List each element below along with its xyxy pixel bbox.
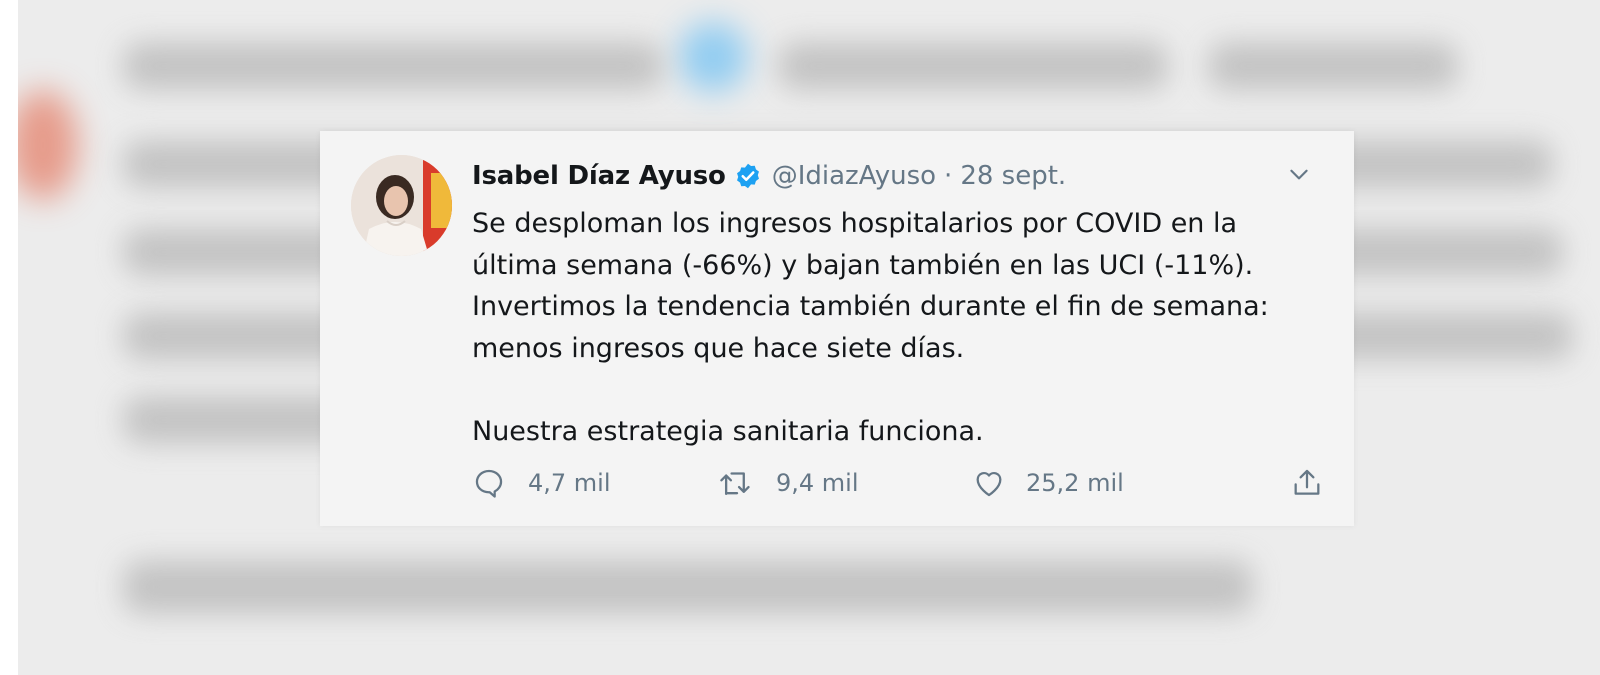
like-button[interactable]: 25,2 mil <box>972 461 1124 505</box>
tweet-text-closing: Nuestra estrategia sanitaria funciona. <box>472 415 984 447</box>
reply-button[interactable]: 4,7 mil <box>472 461 611 505</box>
author-handle[interactable]: @IdiazAyuso <box>772 157 936 195</box>
retweet-icon <box>720 472 750 496</box>
author-name[interactable]: Isabel Díaz Ayuso <box>472 157 726 195</box>
avatar-photo-icon <box>351 155 452 256</box>
tweet-text: Se desploman los ingresos hospitalarios … <box>472 203 1332 452</box>
blurred-text-line <box>123 42 663 90</box>
like-count: 25,2 mil <box>1026 469 1124 497</box>
tweet-card[interactable]: Isabel Díaz Ayuso @IdiazAyuso · 28 sept.… <box>320 131 1354 526</box>
blurred-text-line <box>123 560 1253 614</box>
reply-count: 4,7 mil <box>528 469 611 497</box>
tweet-text-line: Invertimos la tendencia también durante … <box>472 291 1269 322</box>
blurred-avatar-blob <box>18 90 78 200</box>
retweet-count: 9,4 mil <box>776 469 859 497</box>
tweet-text-line: última semana (-66%) y bajan también en … <box>472 249 1254 281</box>
blurred-text-line <box>778 42 1168 90</box>
retweet-button[interactable]: 9,4 mil <box>718 461 859 505</box>
reply-icon <box>475 469 503 498</box>
share-icon <box>1294 469 1320 495</box>
tweet-text-line: menos ingresos que hace siete días. <box>472 332 965 364</box>
share-button[interactable] <box>1290 461 1324 505</box>
heart-icon <box>976 472 1002 497</box>
tweet-text-line: Se desploman los ingresos hospitalarios … <box>472 208 1238 239</box>
chevron-down-icon[interactable] <box>1286 161 1312 191</box>
tweet-actions: 4,7 mil 9,4 mil 25,2 mil <box>472 461 1322 505</box>
blurred-verified-blob <box>678 22 748 92</box>
verified-badge-icon <box>734 162 762 190</box>
separator-dot: · <box>944 161 953 191</box>
tweet-header: Isabel Díaz Ayuso @IdiazAyuso · 28 sept. <box>472 157 1066 195</box>
avatar[interactable] <box>351 155 452 256</box>
tweet-date[interactable]: 28 sept. <box>960 157 1066 195</box>
blurred-text-line <box>1208 42 1458 90</box>
